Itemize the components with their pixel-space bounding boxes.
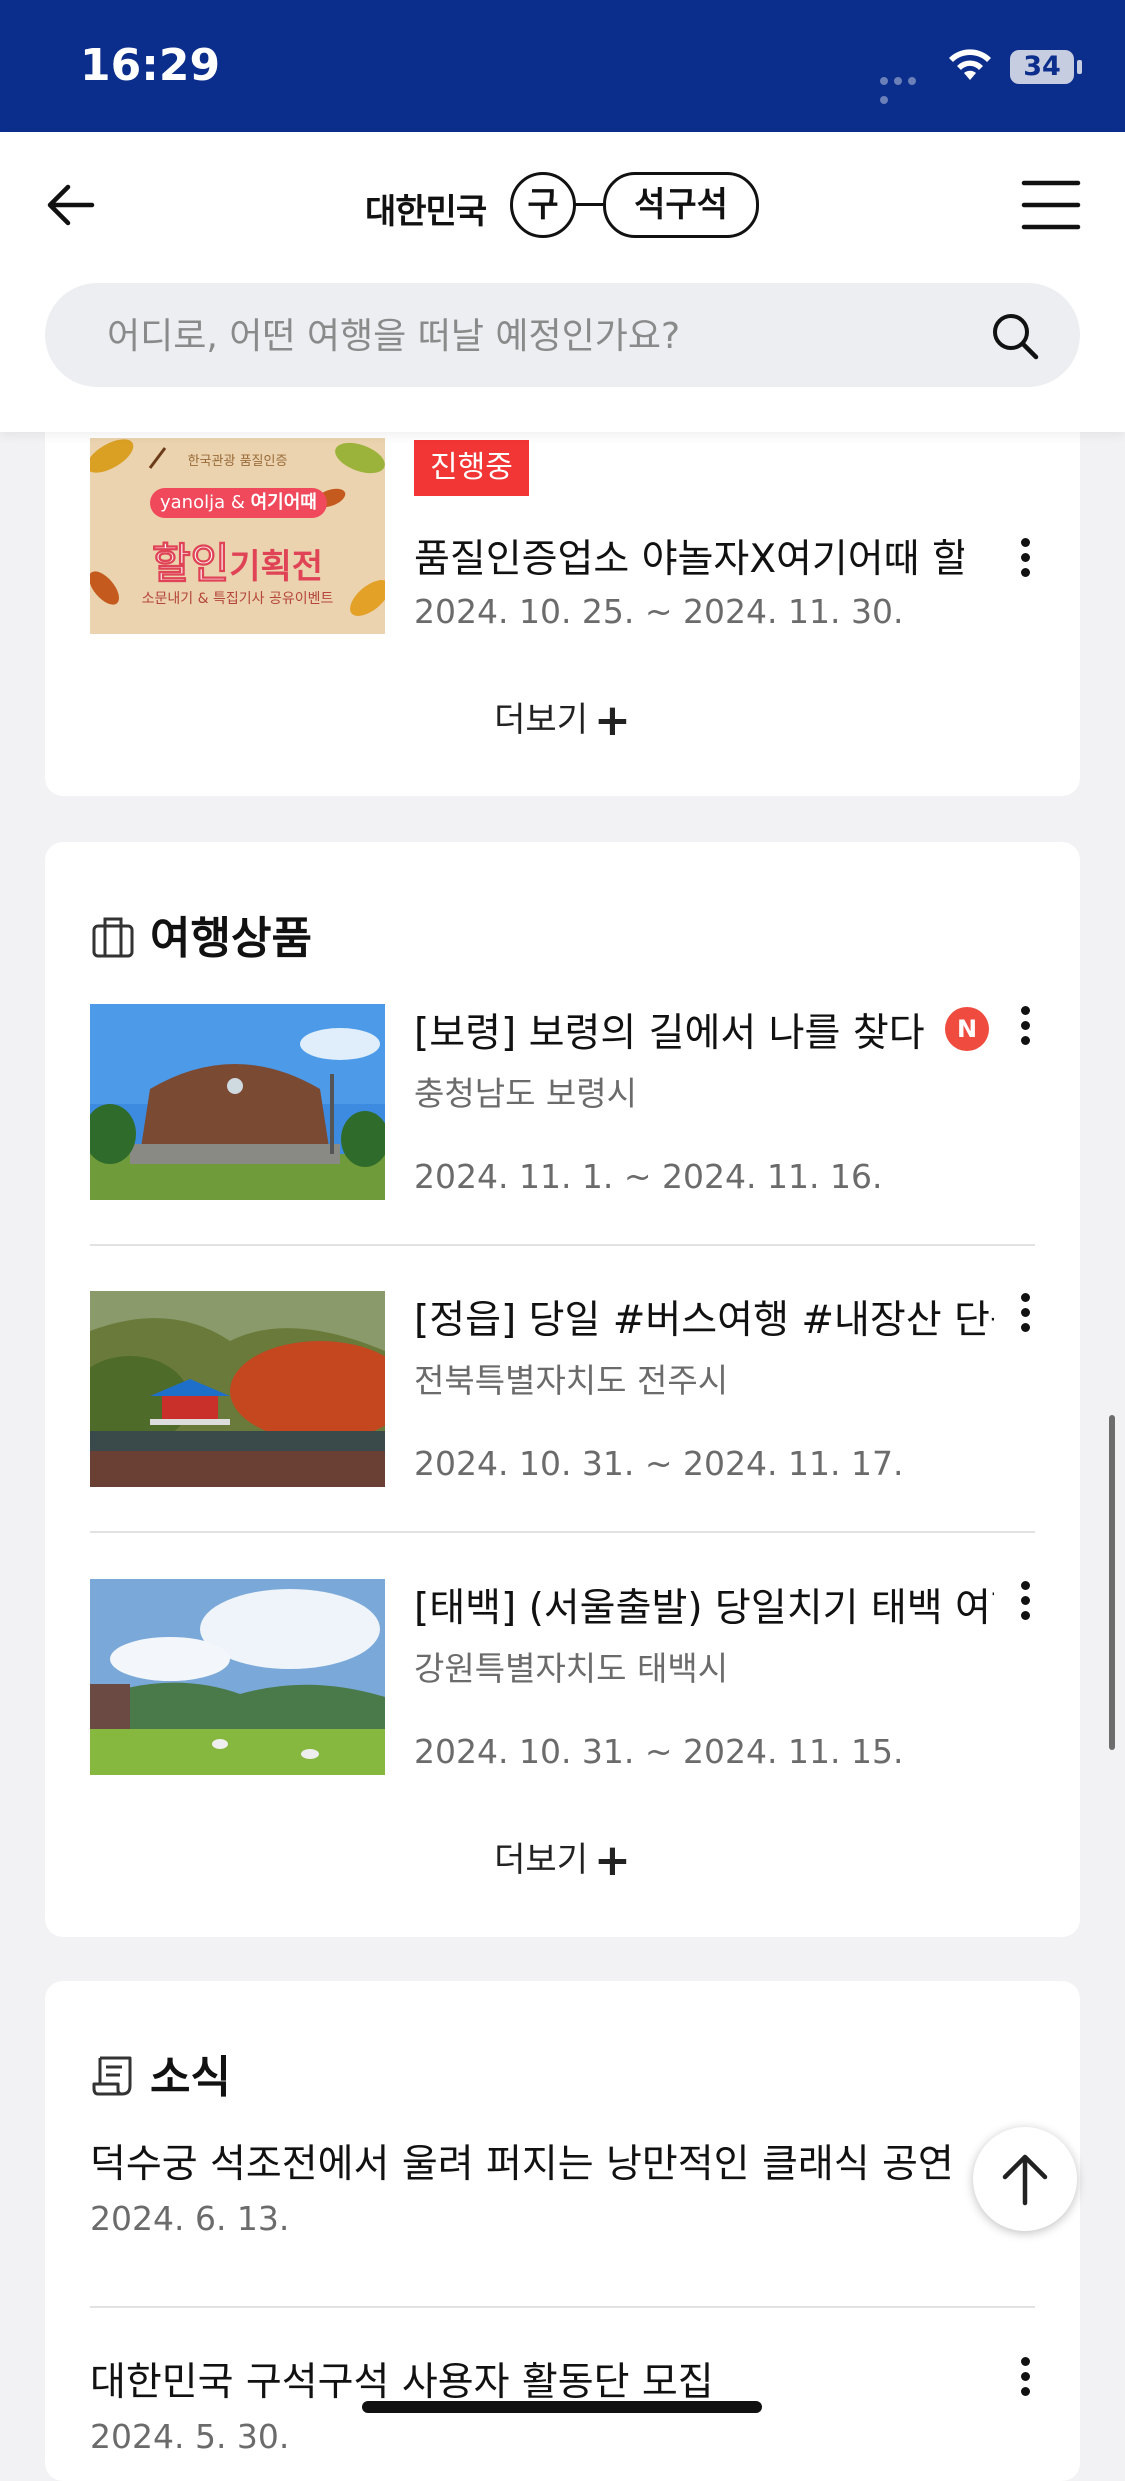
news-heading: 소식 — [150, 2052, 231, 2103]
logo[interactable]: 대한민국 구 석구석 — [365, 170, 765, 242]
divider — [90, 2306, 1035, 2308]
event-card: 한국관광 품질인증 yanolja & 여기어때 할인기획전 소문내기 & 특집… — [45, 400, 1080, 796]
product-title[interactable]: [보령] 보령의 길에서 나를 찾다 — [414, 1002, 934, 1058]
product-dates: 2024. 11. 1. ~ 2024. 11. 16. — [414, 1157, 883, 1196]
product-dates: 2024. 10. 31. ~ 2024. 11. 15. — [414, 1732, 904, 1771]
product-thumbnail[interactable] — [90, 1291, 385, 1487]
scroll-to-top-button[interactable] — [973, 2127, 1077, 2231]
more-options-icon[interactable] — [1005, 532, 1045, 592]
thumb-brand-a: yanolja — [160, 492, 226, 513]
plus-icon: + — [593, 695, 631, 746]
pavilion-lake-photo — [90, 1291, 385, 1487]
search-input[interactable] — [105, 283, 989, 389]
event-more-button[interactable]: 더보기 + — [45, 692, 1080, 746]
search-icon[interactable] — [990, 311, 1040, 361]
scrollbar[interactable] — [1109, 1415, 1115, 1750]
luggage-icon — [92, 917, 134, 958]
logo-connector — [573, 203, 603, 206]
divider — [90, 1531, 1035, 1533]
battery-icon: 34 — [1010, 50, 1074, 84]
logo-pill: 석구석 — [603, 172, 759, 238]
status-badge: 진행중 — [414, 440, 529, 496]
hamburger-menu-icon[interactable] — [1020, 175, 1082, 235]
battery-tip — [1077, 60, 1082, 74]
wifi-icon — [949, 49, 991, 80]
thumb-brand-pill: yanolja & 여기어때 — [150, 488, 327, 518]
more-label: 더보기 — [494, 700, 588, 740]
thumb-main-b: 기획전 — [229, 547, 324, 587]
travel-products-card: 여행상품 [보령] 보령의 길에서 나를 찾다 N 충청남도 보령시 2024.… — [45, 842, 1080, 1937]
product-region: 전북특별자치도 전주시 — [414, 1361, 729, 1400]
logo-prefix: 대한민국 — [365, 192, 487, 232]
divider — [90, 1244, 1035, 1246]
thumb-main: 할인기획전 — [90, 530, 385, 591]
more-label: 더보기 — [494, 1840, 588, 1880]
news-title[interactable]: 덕수궁 석조전에서 울려 퍼지는 낭만적인 클래식 공연 — [90, 2133, 1010, 2189]
thumb-main-a: 할인 — [151, 539, 230, 589]
product-thumbnail[interactable] — [90, 1579, 385, 1775]
more-options-icon[interactable] — [1005, 1575, 1045, 1635]
more-options-icon[interactable] — [1005, 1287, 1045, 1347]
search-bar[interactable] — [45, 283, 1080, 389]
status-time: 16:29 — [80, 40, 221, 91]
product-dates: 2024. 10. 31. ~ 2024. 11. 17. — [414, 1444, 904, 1483]
arrow-up-icon — [1002, 2154, 1048, 2206]
plus-icon: + — [593, 1835, 631, 1886]
news-date: 2024. 6. 13. — [90, 2199, 290, 2238]
product-thumbnail[interactable] — [90, 1004, 385, 1200]
section-title-news: 소식 — [90, 2041, 231, 2105]
church-photo — [90, 1004, 385, 1200]
product-region: 강원특별자치도 태백시 — [414, 1649, 729, 1688]
products-heading: 여행상품 — [150, 913, 312, 964]
product-region: 충청남도 보령시 — [414, 1074, 638, 1113]
new-badge: N — [945, 1007, 989, 1051]
news-title[interactable]: 대한민국 구석구석 사용자 활동단 모집 — [90, 2351, 1010, 2407]
logo-circle: 구 — [510, 172, 576, 238]
section-title-products: 여행상품 — [90, 902, 312, 966]
event-dates: 2024. 10. 25. ~ 2024. 11. 30. — [414, 592, 904, 631]
news-date: 2024. 5. 30. — [90, 2417, 290, 2456]
more-options-icon[interactable] — [1005, 1000, 1045, 1060]
status-bar: 16:29 34 — [0, 0, 1125, 132]
more-options-icon[interactable] — [1005, 2351, 1045, 2411]
product-title[interactable]: [태백] (서울출발) 당일치기 태백 여행 — [414, 1577, 994, 1633]
product-title[interactable]: [정읍] 당일 #버스여행 #내장산 단풍 — [414, 1289, 994, 1345]
home-indicator[interactable] — [362, 2401, 762, 2413]
event-thumbnail[interactable]: 한국관광 품질인증 yanolja & 여기어때 할인기획전 소문내기 & 특집… — [90, 438, 385, 634]
signal-icon — [880, 70, 932, 104]
news-scroll-icon — [92, 2056, 132, 2096]
thumb-top-text: 한국관광 품질인증 — [187, 454, 288, 469]
back-arrow-icon[interactable] — [40, 175, 100, 235]
event-title[interactable]: 품질인증업소 야놀자X여기어때 할인기획전 — [414, 528, 964, 584]
meadow-photo — [90, 1579, 385, 1775]
thumb-brand-b: 여기어때 — [250, 492, 317, 513]
products-more-button[interactable]: 더보기 + — [45, 1832, 1080, 1886]
thumb-sub-text: 소문내기 & 특집기사 공유이벤트 — [141, 591, 334, 607]
